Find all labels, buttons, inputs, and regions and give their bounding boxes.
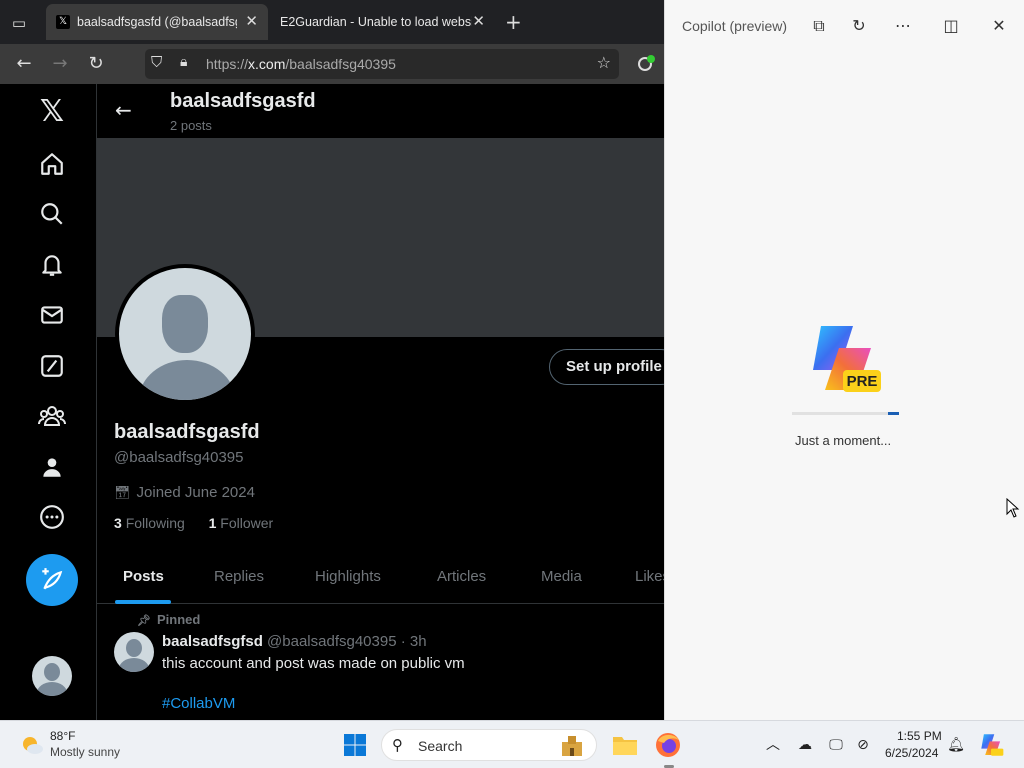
weather-temperature[interactable]: 88°F <box>50 729 75 743</box>
search-highlight-icon <box>562 736 582 756</box>
clock-time[interactable]: 1:55 PM <box>897 729 942 743</box>
more-circle-icon[interactable] <box>36 504 68 536</box>
tab-title: E2Guardian - Unable to load website <box>280 15 472 29</box>
weather-sun-icon[interactable] <box>20 733 44 757</box>
notifications-bell-icon[interactable] <box>36 252 68 284</box>
back-icon[interactable]: ← <box>12 52 36 76</box>
shield-icon[interactable]: ⛉ <box>151 53 162 71</box>
favorite-star-icon[interactable]: ☆ <box>597 53 611 72</box>
windows-start-icon[interactable] <box>343 733 367 757</box>
address-bar[interactable]: ⛉ 🔒︎ https://x.com/baalsadfsg40395 ☆ <box>145 49 619 79</box>
calendar-icon: 📅︎ <box>114 485 131 500</box>
browser-window: ▭ 𝕏 baalsadfsgasfd (@baalsadfsg40395 ✕ E… <box>0 0 664 720</box>
tab-articles[interactable]: Articles <box>437 568 486 585</box>
tweet-hashtag-link[interactable]: #CollabVM <box>162 695 235 712</box>
close-tab-icon[interactable]: ✕ <box>472 4 485 40</box>
header-profile-name: baalsadfsgasfd <box>170 90 316 112</box>
show-hidden-icons-chevron-icon[interactable]: ︿ <box>763 735 783 755</box>
tab-bar: ▭ 𝕏 baalsadfsgasfd (@baalsadfsg40395 ✕ E… <box>0 0 664 44</box>
compose-post-button[interactable] <box>26 554 78 606</box>
loading-message: Just a moment... <box>795 433 892 448</box>
windows-taskbar: 88°F Mostly sunny ⚲ Search ︿ ☁︎ 🖵︎ ⊘ 1:5… <box>0 720 1024 768</box>
tab-posts[interactable]: Posts <box>123 568 164 585</box>
tab-e2guardian[interactable]: E2Guardian - Unable to load website ✕ <box>270 4 495 40</box>
tab-profile[interactable]: 𝕏 baalsadfsgasfd (@baalsadfsg40395 ✕ <box>46 4 268 40</box>
search-icon[interactable] <box>36 201 68 233</box>
tweet-author[interactable]: baalsadfsgfsd @baalsadfsg40395 · 3h <box>162 633 427 650</box>
loading-progress-bar <box>792 412 899 415</box>
profile-handle: @baalsadfsg40395 <box>114 449 244 466</box>
header-post-count: 2 posts <box>170 118 212 133</box>
network-status-icon[interactable]: ⊘ <box>853 735 873 755</box>
copilot-title: Copilot (preview) <box>682 18 788 34</box>
followers-link[interactable]: 1 Follower <box>209 515 274 531</box>
tab-title: baalsadfsgasfd (@baalsadfsg40395 <box>77 15 237 29</box>
profile-avatar[interactable] <box>115 264 255 404</box>
firefox-icon[interactable] <box>654 731 682 759</box>
url-text[interactable]: https://x.com/baalsadfsg40395 <box>206 56 396 72</box>
tab-media[interactable]: Media <box>541 568 582 585</box>
x-logo-icon: 𝕏 <box>56 15 70 29</box>
weather-description[interactable]: Mostly sunny <box>50 745 120 759</box>
tab-actions-icon[interactable]: ▭ <box>8 12 30 34</box>
close-icon[interactable]: ✕ <box>987 14 1011 38</box>
svg-text:PRE: PRE <box>847 373 878 390</box>
reload-icon[interactable]: ↻ <box>84 52 108 76</box>
pinned-label: 📌︎ Pinned <box>137 612 201 627</box>
onedrive-offline-icon[interactable]: ☁︎ <box>795 735 815 755</box>
follow-stats: 3 Following 1 Follower <box>114 515 273 531</box>
tweet-avatar[interactable] <box>114 632 154 672</box>
grok-icon[interactable] <box>36 353 68 385</box>
forward-icon[interactable]: → <box>48 52 72 76</box>
close-tab-icon[interactable]: ✕ <box>245 4 258 40</box>
profile-display-name: baalsadfsgasfd <box>114 421 260 443</box>
refresh-icon[interactable]: ↻ <box>847 14 871 38</box>
loading-progress-fill <box>888 412 899 415</box>
account-avatar[interactable] <box>32 656 72 696</box>
joined-date: 📅︎ Joined June 2024 <box>114 484 255 501</box>
pin-icon: 📌︎ <box>137 615 151 627</box>
tweet-text: this account and post was made on public… <box>162 655 465 672</box>
clock-date[interactable]: 6/25/2024 <box>885 746 938 760</box>
communities-icon[interactable] <box>36 403 68 435</box>
new-tab-icon[interactable]: + <box>505 10 522 34</box>
split-view-icon[interactable]: ◫ <box>939 14 963 38</box>
display-icon[interactable]: 🖵︎ <box>826 735 846 755</box>
copilot-taskbar-icon[interactable] <box>980 733 1004 757</box>
tab-highlights[interactable]: Highlights <box>315 568 381 585</box>
mouse-cursor-icon <box>1006 498 1020 518</box>
back-arrow-icon[interactable]: ← <box>115 98 132 122</box>
navigation-bar: ← → ↻ ⛉ 🔒︎ https://x.com/baalsadfsg40395… <box>0 44 664 84</box>
file-explorer-icon[interactable] <box>611 731 639 759</box>
profile-person-icon[interactable] <box>36 454 68 486</box>
profile-main-column: ← baalsadfsgasfd 2 posts Set up profile … <box>96 84 664 720</box>
open-external-icon[interactable]: ⧉ <box>807 14 831 38</box>
set-up-profile-button[interactable]: Set up profile <box>549 349 664 385</box>
lock-icon[interactable]: 🔒︎ <box>180 54 187 70</box>
following-link[interactable]: 3 Following <box>114 515 185 531</box>
taskbar-search-box[interactable]: ⚲ Search <box>381 729 597 761</box>
more-options-icon[interactable]: ⋯ <box>891 14 915 38</box>
messages-envelope-icon[interactable] <box>36 302 68 334</box>
profile-header-bar: ← baalsadfsgasfd 2 posts <box>97 84 664 138</box>
extension-icon[interactable] <box>636 52 660 76</box>
copilot-logo-icon: PRE <box>813 326 881 392</box>
home-icon[interactable] <box>36 151 68 183</box>
copilot-panel: Copilot (preview) ⧉ ↻ ⋯ ◫ ✕ PRE Just a m… <box>664 0 1024 720</box>
active-tab-indicator <box>115 600 171 604</box>
tab-likes[interactable]: Likes <box>635 568 664 585</box>
x-logo-icon[interactable]: 𝕏 <box>36 96 68 128</box>
search-icon: ⚲ <box>392 736 403 754</box>
profile-tabs: Posts Replies Highlights Articles Media … <box>97 554 664 604</box>
search-placeholder: Search <box>418 738 463 754</box>
x-sidebar: 𝕏 <box>0 84 96 720</box>
notifications-bell-icon[interactable]: 🔔︎ <box>946 735 966 755</box>
tab-replies[interactable]: Replies <box>214 568 264 585</box>
